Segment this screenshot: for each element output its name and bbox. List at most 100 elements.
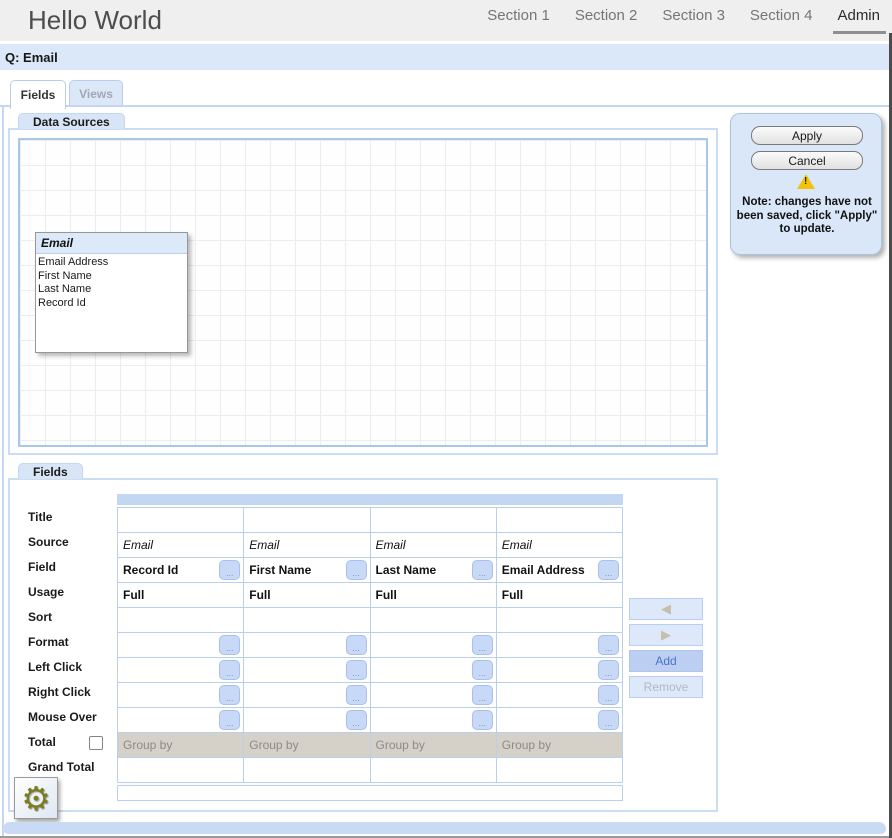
field-picker-button-col1[interactable]: ...: [219, 560, 240, 580]
sort-cell-col1[interactable]: [118, 608, 244, 633]
field-cell-col3[interactable]: Last Name...: [371, 558, 497, 583]
right-click-picker-button-col3[interactable]: ...: [472, 685, 493, 705]
format-cell-col2[interactable]: ...: [244, 633, 370, 658]
right-click-cell-col3[interactable]: ...: [371, 683, 497, 708]
format-cell-col1[interactable]: ...: [118, 633, 244, 658]
source-cell-col1[interactable]: Email: [118, 533, 244, 558]
field-cell-col1[interactable]: Record Id...: [118, 558, 244, 583]
total-value-col3: Group by: [376, 738, 425, 752]
entity-field-email-address[interactable]: Email Address: [38, 256, 187, 270]
cancel-button[interactable]: Cancel: [751, 151, 863, 170]
table-row-format: ... ... ... ...: [118, 633, 623, 658]
left-click-cell-col4[interactable]: ...: [497, 658, 623, 683]
right-click-cell-col4[interactable]: ...: [497, 683, 623, 708]
nav-admin-label: Admin: [837, 7, 880, 24]
format-picker-button-col4[interactable]: ...: [598, 635, 619, 655]
field-cell-col2[interactable]: First Name...: [244, 558, 370, 583]
title-cell-col2[interactable]: [244, 508, 370, 533]
right-click-cell-col1[interactable]: ...: [118, 683, 244, 708]
left-click-picker-button-col1[interactable]: ...: [219, 660, 240, 680]
usage-cell-col3[interactable]: Full: [371, 583, 497, 608]
tab-views[interactable]: Views: [69, 80, 123, 107]
usage-value-col3: Full: [376, 588, 397, 602]
format-picker-button-col1[interactable]: ...: [219, 635, 240, 655]
header: Hello World Section 1 Section 2 Section …: [0, 0, 892, 41]
title-cell-col3[interactable]: [371, 508, 497, 533]
entity-field-record-id[interactable]: Record Id: [38, 297, 187, 311]
usage-cell-col1[interactable]: Full: [118, 583, 244, 608]
right-click-cell-col2[interactable]: ...: [244, 683, 370, 708]
sort-cell-col3[interactable]: [371, 608, 497, 633]
table-row-mouse-over: ... ... ... ...: [118, 708, 623, 733]
right-click-picker-button-col1[interactable]: ...: [219, 685, 240, 705]
grand-total-cell-col3[interactable]: [371, 758, 497, 783]
total-cell-col2[interactable]: Group by: [244, 733, 370, 758]
total-value-col4: Group by: [502, 738, 551, 752]
nav-section-2[interactable]: Section 2: [575, 7, 638, 24]
left-click-cell-col2[interactable]: ...: [244, 658, 370, 683]
format-cell-col3[interactable]: ...: [371, 633, 497, 658]
mouse-over-cell-col4[interactable]: ...: [497, 708, 623, 733]
nav-admin[interactable]: Admin: [837, 7, 880, 24]
data-sources-panel: Email Email Address First Name Last Name…: [8, 128, 718, 455]
usage-cell-col2[interactable]: Full: [244, 583, 370, 608]
row-label-mouse-over: Mouse Over: [20, 705, 105, 730]
nav-section-4[interactable]: Section 4: [750, 7, 813, 24]
entity-field-first-name[interactable]: First Name: [38, 270, 187, 284]
total-checkbox[interactable]: [89, 736, 103, 750]
remove-column-button[interactable]: Remove: [629, 676, 703, 698]
row-label-left-click: Left Click: [20, 655, 105, 680]
grand-total-cell-col1[interactable]: [118, 758, 244, 783]
total-cell-col4[interactable]: Group by: [497, 733, 623, 758]
fields-table: Email Email Email Email Record Id... Fir…: [117, 494, 623, 801]
mouse-over-cell-col2[interactable]: ...: [244, 708, 370, 733]
data-sources-canvas[interactable]: Email Email Address First Name Last Name…: [18, 138, 708, 447]
left-click-picker-button-col2[interactable]: ...: [346, 660, 367, 680]
move-column-right-button[interactable]: ▶: [629, 624, 703, 646]
field-value-col4: Email Address: [502, 563, 585, 577]
format-picker-button-col2[interactable]: ...: [346, 635, 367, 655]
row-label-format: Format: [20, 630, 105, 655]
usage-cell-col4[interactable]: Full: [497, 583, 623, 608]
email-entity-header[interactable]: Email: [36, 233, 187, 254]
settings-button[interactable]: ⚙: [14, 777, 58, 819]
sort-cell-col4[interactable]: [497, 608, 623, 633]
sort-cell-col2[interactable]: [244, 608, 370, 633]
mouse-over-picker-button-col3[interactable]: ...: [472, 710, 493, 730]
mouse-over-cell-col3[interactable]: ...: [371, 708, 497, 733]
source-cell-col4[interactable]: Email: [497, 533, 623, 558]
apply-button[interactable]: Apply: [751, 126, 863, 145]
nav-section-1[interactable]: Section 1: [487, 7, 550, 24]
add-column-button[interactable]: Add: [629, 650, 703, 672]
right-click-picker-button-col2[interactable]: ...: [346, 685, 367, 705]
left-click-cell-col1[interactable]: ...: [118, 658, 244, 683]
field-picker-button-col4[interactable]: ...: [598, 560, 619, 580]
grand-total-cell-col2[interactable]: [244, 758, 370, 783]
total-cell-col1[interactable]: Group by: [118, 733, 244, 758]
email-entity-box[interactable]: Email Email Address First Name Last Name…: [35, 232, 188, 353]
move-column-left-button[interactable]: ◀: [629, 598, 703, 620]
source-cell-col3[interactable]: Email: [371, 533, 497, 558]
mouse-over-cell-col1[interactable]: ...: [118, 708, 244, 733]
title-cell-col4[interactable]: [497, 508, 623, 533]
total-cell-col3[interactable]: Group by: [371, 733, 497, 758]
source-cell-col2[interactable]: Email: [244, 533, 370, 558]
left-click-cell-col3[interactable]: ...: [371, 658, 497, 683]
mouse-over-picker-button-col2[interactable]: ...: [346, 710, 367, 730]
cancel-button-label: Cancel: [788, 154, 825, 168]
entity-field-last-name[interactable]: Last Name: [38, 283, 187, 297]
format-picker-button-col3[interactable]: ...: [472, 635, 493, 655]
field-picker-button-col2[interactable]: ...: [346, 560, 367, 580]
field-cell-col4[interactable]: Email Address...: [497, 558, 623, 583]
title-cell-col1[interactable]: [118, 508, 244, 533]
mouse-over-picker-button-col1[interactable]: ...: [219, 710, 240, 730]
field-picker-button-col3[interactable]: ...: [472, 560, 493, 580]
grand-total-cell-col4[interactable]: [497, 758, 623, 783]
nav-section-3[interactable]: Section 3: [662, 7, 725, 24]
left-click-picker-button-col4[interactable]: ...: [598, 660, 619, 680]
left-click-picker-button-col3[interactable]: ...: [472, 660, 493, 680]
right-click-picker-button-col4[interactable]: ...: [598, 685, 619, 705]
mouse-over-picker-button-col4[interactable]: ...: [598, 710, 619, 730]
format-cell-col4[interactable]: ...: [497, 633, 623, 658]
tab-fields[interactable]: Fields: [10, 80, 66, 109]
